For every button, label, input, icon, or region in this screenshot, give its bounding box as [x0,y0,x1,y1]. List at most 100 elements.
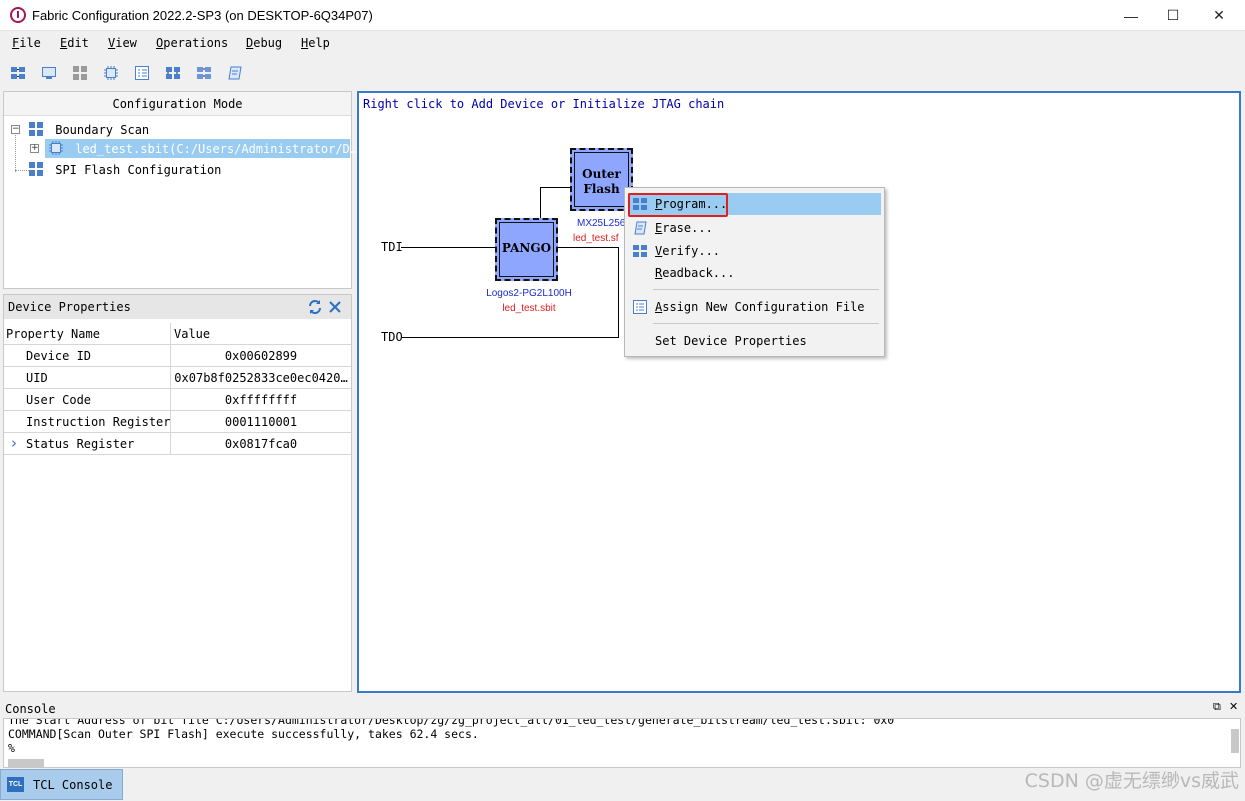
flash-label-line2: Flash [583,182,620,196]
vertical-scrollbar[interactable] [1231,729,1239,753]
tcl-icon: TCL [7,777,24,792]
configuration-mode-panel: Configuration Mode − Boundary Scan + led… [3,91,357,289]
expand-toggle[interactable]: + [30,144,39,153]
tab-tcl-console[interactable]: TCL TCL Console [0,769,123,800]
erase-icon[interactable] [227,65,243,81]
restore-icon[interactable]: ⧉ [1213,700,1221,714]
menu-view[interactable]: View [108,36,137,50]
property-value: 0x07b8f0252833ce0ec0420… [174,371,348,385]
jtag-chain-icon[interactable] [10,65,26,81]
property-value: 0001110001 [224,415,298,429]
menu-file[interactable]: File [12,36,41,50]
table-row[interactable]: Device ID 0x00602899 [4,345,351,367]
menu-item-verify[interactable]: Verify... [628,240,881,262]
console-header: Console ⧉ ✕ [0,700,1245,718]
tdo-vertical-wire [618,247,619,338]
toolbar [0,57,1245,89]
jtag-chain-canvas[interactable]: Right click to Add Device or Initialize … [357,91,1241,693]
tdo-label: TDO [381,330,403,344]
title-bar: Fabric Configuration 2022.2-SP3 (on DESK… [0,0,1245,31]
table-header-row: Property Name Value [4,323,351,345]
console-line: % [8,741,15,755]
maximize-button[interactable]: ☐ [1150,0,1196,31]
chip-icon[interactable] [103,65,119,81]
program-alt-icon[interactable] [196,65,212,81]
chip-file-icon [49,141,63,155]
property-name: UID [4,367,171,389]
flash-label-line1: Outer [582,167,621,181]
tree-item-label: SPI Flash Configuration [55,163,222,177]
menu-item-assign-config-file[interactable]: Assign New Configuration File [628,296,881,318]
property-value: 0xffffffff [224,393,298,407]
erase-label: Erase... [655,221,713,235]
console-title: Console [5,702,56,716]
monitor-icon[interactable] [41,65,57,81]
context-menu: Program... Erase... Verify... Readback..… [624,187,885,357]
property-value: 0x00602899 [224,349,298,363]
minimize-button[interactable]: — [1108,0,1154,31]
table-row[interactable]: User Code 0xffffffff [4,389,351,411]
window-title: Fabric Configuration 2022.2-SP3 (on DESK… [32,8,373,23]
erase-icon [633,221,647,235]
tree-item-boundary-scan[interactable]: Boundary Scan [29,120,149,140]
app-logo-icon [10,7,26,23]
list-icon [633,300,647,314]
verify-icon [633,244,647,258]
property-name: Instruction Register [4,411,171,433]
tree-line [15,170,29,171]
readback-label: Readback... [655,266,735,280]
watermark: CSDN @虚无缥缈vs威武 [1024,770,1239,792]
column-header-value: Value [174,327,211,341]
menu-operations[interactable]: Operations [156,36,228,50]
flash-part-label: MX25L256 [577,218,626,229]
flash-file-label: led_test.sf [573,233,619,244]
property-name: Status Register [4,433,171,455]
properties-table: Property Name Value Device ID 0x00602899… [4,323,351,455]
table-row[interactable]: › Status Register 0x0817fca0 [4,433,351,455]
device-properties-header: Device Properties [4,295,351,319]
flash-link-vertical-wire [540,187,541,219]
menu-help[interactable]: Help [301,36,330,50]
tab-label: TCL Console [33,778,113,792]
tdo-wire [401,337,619,338]
menu-item-readback[interactable]: Readback... [628,262,881,284]
menu-edit[interactable]: Edit [60,36,89,50]
menu-item-erase[interactable]: Erase... [628,217,881,239]
console-output[interactable]: The Start Address of bit file C:/Users/A… [3,718,1241,768]
tree-line [15,130,16,172]
horizontal-scrollbar[interactable] [8,759,44,767]
program-icon[interactable] [165,65,181,81]
grid-gray-icon[interactable] [72,65,88,81]
flash-link-wire [540,187,570,188]
column-header-property-name: Property Name [4,323,171,345]
tdi-wire [401,247,495,248]
pango-device[interactable]: PANGO [495,218,558,281]
table-row[interactable]: UID 0x07b8f0252833ce0ec0420… [4,367,351,389]
list-icon[interactable] [134,65,150,81]
pango-device-label: PANGO [501,241,552,255]
canvas-hint: Right click to Add Device or Initialize … [363,97,725,111]
close-panel-icon[interactable] [327,299,343,315]
console-close-icon[interactable]: ✕ [1229,700,1238,713]
menu-debug[interactable]: Debug [246,36,282,50]
console-line: COMMAND[Scan Outer SPI Flash] execute su… [8,727,479,741]
menu-item-set-device-properties[interactable]: Set Device Properties [655,330,807,352]
configuration-mode-header: Configuration Mode [4,92,351,116]
table-row[interactable]: Instruction Register 0001110001 [4,411,351,433]
close-button[interactable]: ✕ [1196,0,1242,31]
tree-item-label: Boundary Scan [55,123,150,137]
tdi-label: TDI [381,240,403,254]
device-properties-panel: Device Properties Property Name Value De… [3,294,352,692]
console-line: The Start Address of bit file C:/Users/A… [8,718,895,727]
tree-item-label: led_test.sbit(C:/Users/Administrator/D… [75,142,357,156]
spi-flash-icon [29,162,43,176]
property-name: User Code [4,389,171,411]
pango-part-label: Logos2-PG2L100H [486,288,572,299]
property-value: 0x0817fca0 [224,437,298,451]
tree-item-sbit-content[interactable]: led_test.sbit(C:/Users/Administrator/D… [49,139,357,159]
pango-out-wire [557,247,619,248]
tree-item-spi-flash[interactable]: SPI Flash Configuration [29,160,221,180]
collapse-toggle[interactable]: − [11,125,20,134]
property-name: Device ID [4,345,171,367]
refresh-icon[interactable] [307,299,323,315]
